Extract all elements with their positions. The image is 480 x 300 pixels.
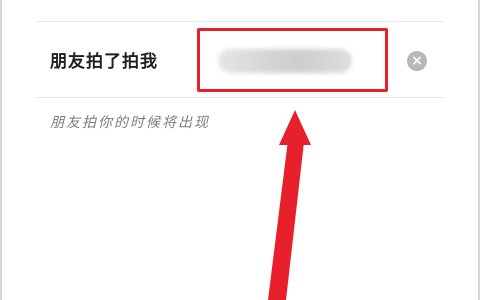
arrow-icon: [268, 110, 311, 300]
blurred-value: [218, 49, 352, 73]
pat-suffix-input[interactable]: [197, 28, 388, 92]
clear-icon[interactable]: ×: [407, 51, 427, 71]
screen: 朋友拍了拍我 × 朋友拍你的时候将出现: [0, 0, 480, 300]
arrow-shaft: [268, 140, 304, 300]
hint-text: 朋友拍你的时候将出现: [50, 115, 210, 131]
frame-left-border: [0, 0, 2, 300]
pat-label: 朋友拍了拍我: [50, 52, 158, 72]
arrow-head: [279, 110, 311, 145]
divider-bottom: [36, 97, 444, 98]
pat-suffix-row: 朋友拍了拍我 ×: [36, 22, 444, 97]
